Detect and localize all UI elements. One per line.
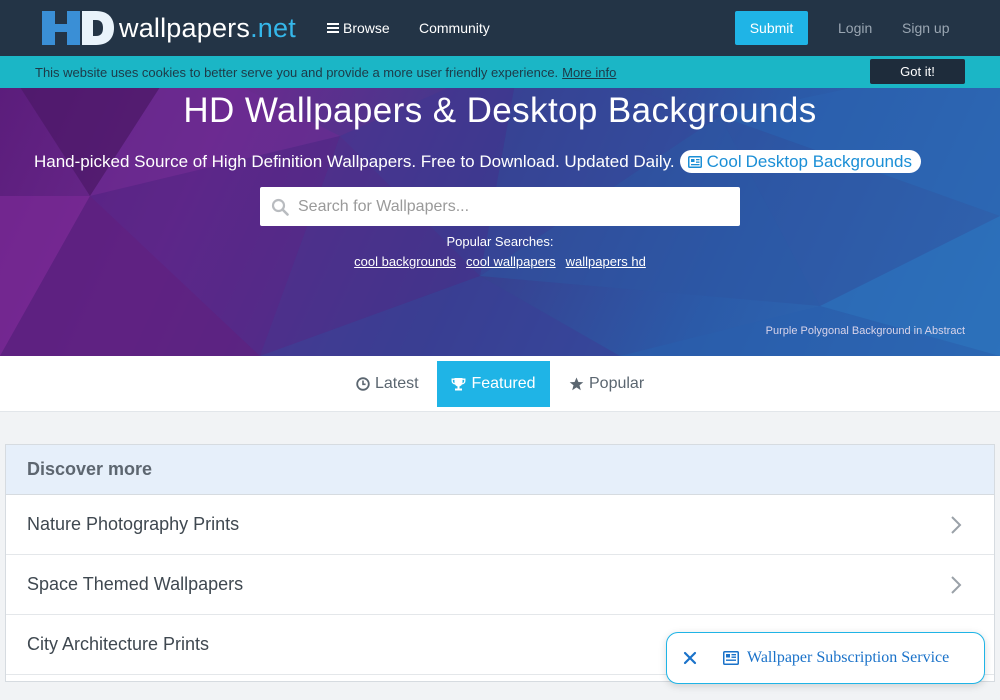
nav-browse[interactable]: Browse: [327, 20, 390, 36]
discover-item-label: City Architecture Prints: [27, 634, 210, 654]
chevron-right-icon: [951, 575, 962, 594]
background-credit-link[interactable]: Purple Polygonal Background in Abstract: [766, 325, 965, 337]
tab-featured-label: Featured: [471, 375, 536, 392]
page-title: HD Wallpapers & Desktop Backgrounds: [183, 91, 817, 130]
nav-community[interactable]: Community: [419, 20, 490, 36]
hero-subtitle-text: Hand-picked Source of High Definition Wa…: [34, 151, 675, 171]
top-navbar: wallpapers.net Browse Community Submit L…: [0, 0, 1000, 56]
close-icon[interactable]: [683, 651, 697, 665]
popular-search-link[interactable]: cool backgrounds: [354, 254, 456, 269]
cookie-consent-bar: This website uses cookies to better serv…: [0, 56, 1000, 88]
popular-searches-label: Popular Searches:: [446, 234, 554, 249]
discover-item-label: Nature Photography Prints: [27, 514, 240, 534]
popular-search-link[interactable]: cool wallpapers: [466, 254, 556, 269]
submit-button[interactable]: Submit: [735, 11, 808, 45]
hd-logo-icon: [42, 11, 114, 45]
newspaper-icon: [723, 651, 739, 665]
pill-cool-label: Cool: [706, 151, 742, 171]
cookie-more-info-link[interactable]: More info: [562, 65, 616, 80]
tab-featured[interactable]: Featured: [437, 361, 550, 407]
discover-item-label: Space Themed Wallpapers: [27, 574, 244, 594]
pill-rest-label: Desktop Backgrounds: [745, 151, 912, 171]
floating-ad-banner[interactable]: Wallpaper Subscription Service: [666, 632, 985, 684]
floating-ad-label: Wallpaper Subscription Service: [747, 649, 950, 666]
site-logo[interactable]: wallpapers.net: [40, 9, 296, 47]
nav-browse-label: Browse: [343, 20, 390, 36]
search-box[interactable]: [260, 187, 740, 226]
sort-tabs: Latest Featured Popular: [0, 356, 1000, 412]
chevron-right-icon: [951, 515, 962, 534]
newspaper-icon: [687, 155, 702, 168]
discover-item[interactable]: Space Themed Wallpapers: [6, 555, 994, 615]
cookie-message-text: This website uses cookies to better serv…: [35, 65, 559, 80]
cookie-accept-button[interactable]: Got it!: [870, 59, 965, 84]
clock-icon: [356, 377, 370, 391]
search-icon: [271, 198, 289, 216]
tab-popular-label: Popular: [589, 375, 645, 392]
popular-searches-list: cool backgrounds cool wallpapers wallpap…: [0, 254, 1000, 269]
trophy-icon: [452, 378, 466, 391]
hero-subtitle: Hand-picked Source of High Definition Wa…: [34, 150, 921, 173]
star-icon: [569, 377, 584, 391]
signup-link[interactable]: Sign up: [902, 20, 949, 36]
logo-wordmark: wallpapers.net: [119, 12, 296, 43]
login-link[interactable]: Login: [838, 20, 872, 36]
discover-more-title: Discover more: [6, 445, 994, 495]
cool-desktop-backgrounds-link[interactable]: Cool Desktop Backgrounds: [679, 150, 921, 173]
search-input[interactable]: [298, 197, 718, 216]
tab-latest[interactable]: Latest: [356, 361, 419, 407]
tab-popular[interactable]: Popular: [569, 361, 644, 407]
hamburger-icon: [327, 23, 339, 33]
tab-latest-label: Latest: [375, 375, 419, 392]
cookie-message: This website uses cookies to better serv…: [35, 65, 616, 80]
discover-item[interactable]: Nature Photography Prints: [6, 495, 994, 555]
popular-search-link[interactable]: wallpapers hd: [566, 254, 646, 269]
